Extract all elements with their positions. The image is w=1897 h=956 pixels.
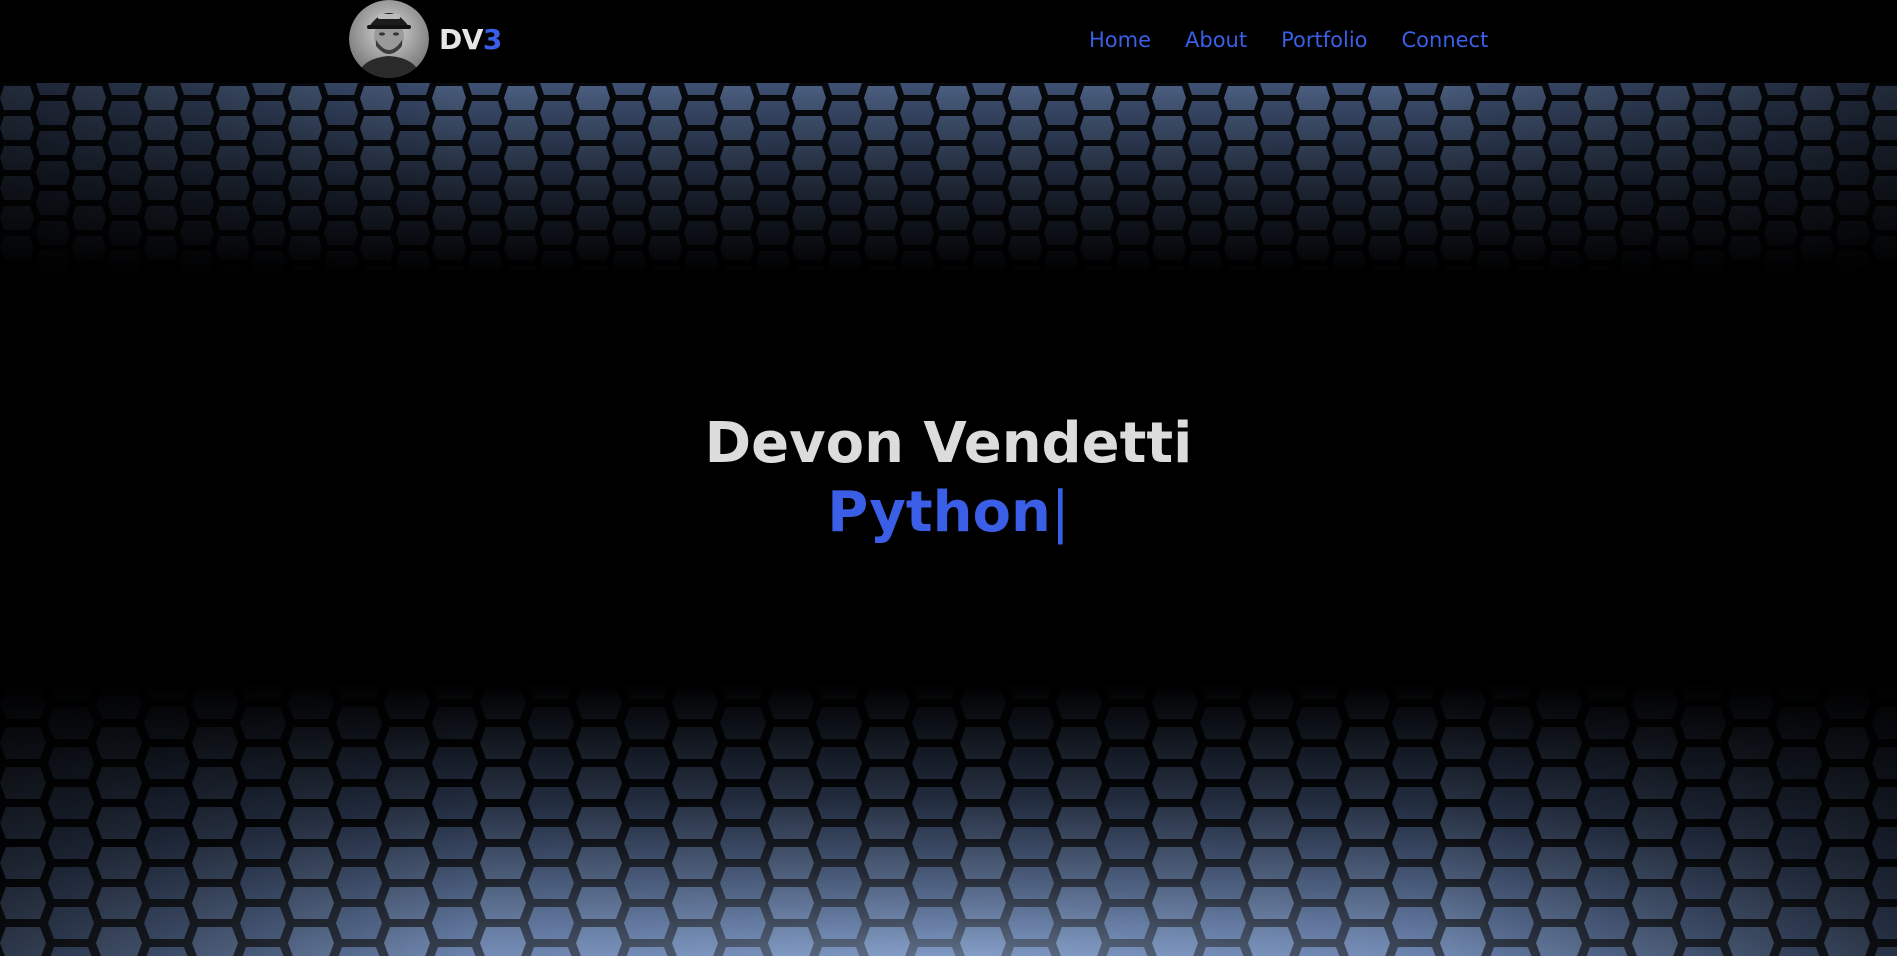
brand-text-accent: 3 xyxy=(482,22,502,56)
nav-home-link[interactable]: Home xyxy=(1089,24,1151,56)
brand-logo-text: DV3 xyxy=(439,23,502,56)
portrait-avatar-icon xyxy=(349,0,429,78)
hero-name: Devon Vendetti xyxy=(704,411,1193,476)
hero-role-text: Python xyxy=(827,480,1051,545)
brand-link[interactable]: DV3 xyxy=(349,0,502,78)
main-nav: Home About Portfolio Connect xyxy=(1089,24,1488,56)
hero-typing-text: Python| xyxy=(0,473,1897,553)
typing-cursor: | xyxy=(1050,480,1070,545)
navbar: DV3 Home About Portfolio Connect xyxy=(0,0,1897,83)
brand-text-main: DV xyxy=(439,22,483,56)
nav-connect-link[interactable]: Connect xyxy=(1402,24,1489,56)
nav-portfolio-link[interactable]: Portfolio xyxy=(1281,24,1367,56)
nav-about-link[interactable]: About xyxy=(1185,24,1247,56)
